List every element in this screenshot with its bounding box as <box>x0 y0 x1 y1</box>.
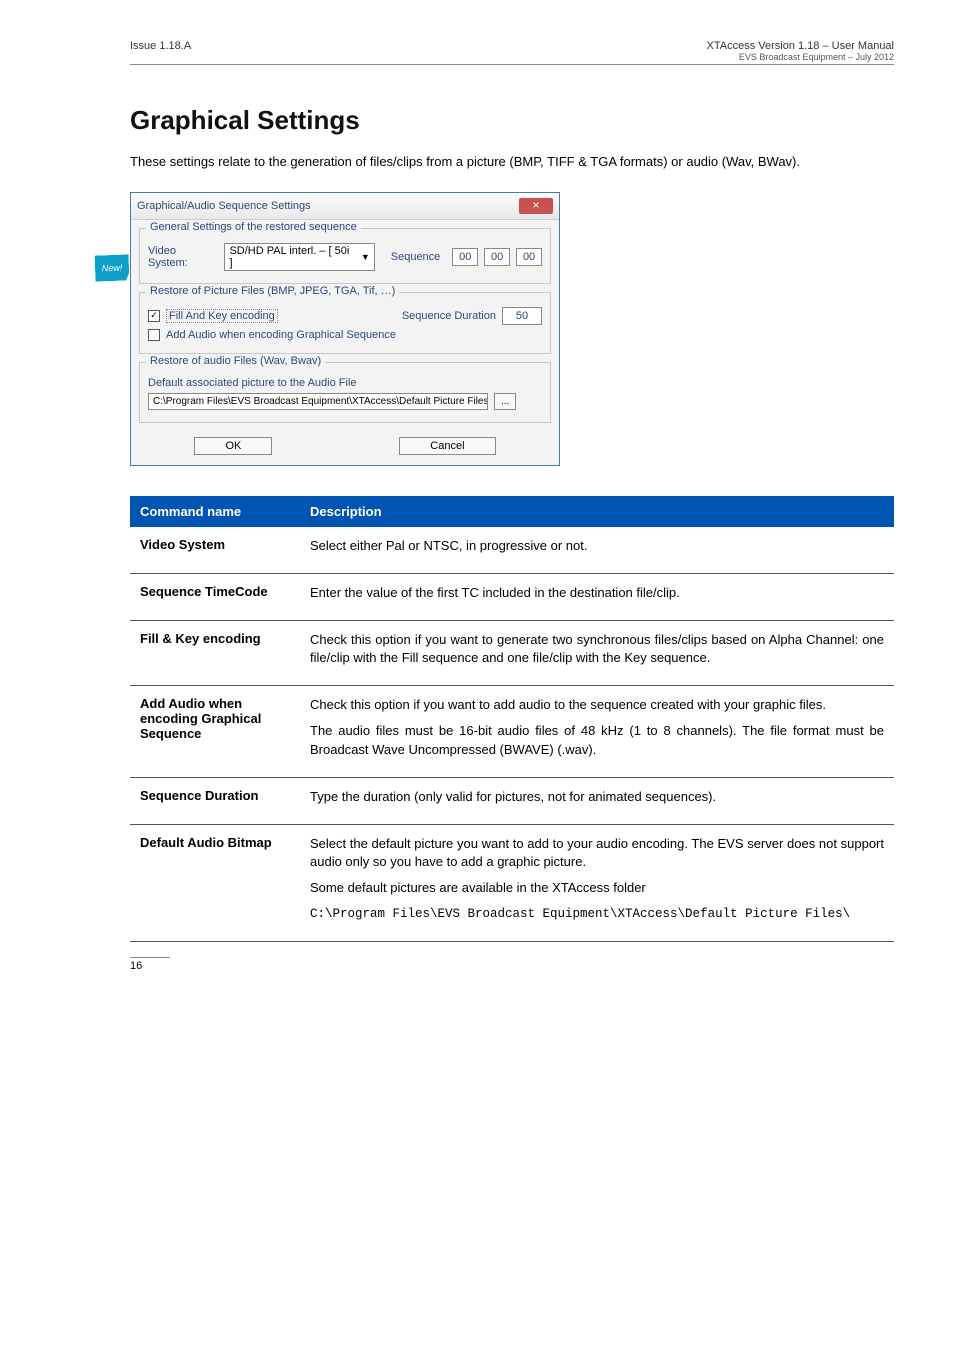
new-badge: New! <box>95 254 130 281</box>
video-system-select[interactable]: SD/HD PAL interl. – [ 50i ] ▼ <box>224 243 374 271</box>
group-general-legend: General Settings of the restored sequenc… <box>146 221 361 233</box>
dialog-titlebar: Graphical/Audio Sequence Settings × <box>131 193 559 220</box>
th-command: Command name <box>130 496 300 527</box>
command-description: Check this option if you want to add aud… <box>300 686 894 778</box>
tc-seconds[interactable]: 00 <box>516 248 542 266</box>
group-picture-legend: Restore of Picture Files (BMP, JPEG, TGA… <box>146 285 399 297</box>
page-header: Issue 1.18.A XTAccess Version 1.18 – Use… <box>130 40 894 65</box>
group-audio-legend: Restore of audio Files (Wav, Bwav) <box>146 355 325 367</box>
command-description: Check this option if you want to generat… <box>300 620 894 685</box>
command-description: Select the default picture you want to a… <box>300 825 894 942</box>
fill-key-checkbox[interactable]: ✓ <box>148 310 160 322</box>
intro-text: These settings relate to the generation … <box>130 152 894 172</box>
th-description: Description <box>300 496 894 527</box>
command-table: Command name Description Video SystemSel… <box>130 496 894 943</box>
chevron-down-icon: ▼ <box>361 252 370 262</box>
table-row: Add Audio when encoding Graphical Sequen… <box>130 686 894 778</box>
table-row: Sequence DurationType the duration (only… <box>130 777 894 824</box>
default-picture-sublabel: Default associated picture to the Audio … <box>148 377 357 389</box>
fill-key-label: Fill And Key encoding <box>166 309 278 323</box>
ok-button[interactable]: OK <box>194 437 272 455</box>
cancel-button[interactable]: Cancel <box>399 437 495 455</box>
browse-button[interactable]: ... <box>494 393 516 410</box>
command-name: Video System <box>130 527 300 574</box>
group-audio: Restore of audio Files (Wav, Bwav) Defau… <box>139 362 551 423</box>
video-system-value: SD/HD PAL interl. – [ 50i ] <box>229 245 354 269</box>
command-name: Add Audio when encoding Graphical Sequen… <box>130 686 300 778</box>
page-number: 16 <box>130 957 170 972</box>
header-right-sub: EVS Broadcast Equipment – July 2012 <box>707 52 895 62</box>
section-title: Graphical Settings <box>130 105 894 136</box>
command-description: Enter the value of the first TC included… <box>300 573 894 620</box>
table-row: Sequence TimeCodeEnter the value of the … <box>130 573 894 620</box>
tc-hours[interactable]: 00 <box>452 248 478 266</box>
command-name: Fill & Key encoding <box>130 620 300 685</box>
command-description: Select either Pal or NTSC, in progressiv… <box>300 527 894 574</box>
table-row: Fill & Key encodingCheck this option if … <box>130 620 894 685</box>
command-name: Sequence TimeCode <box>130 573 300 620</box>
add-audio-checkbox[interactable] <box>148 329 160 341</box>
default-picture-path[interactable]: C:\Program Files\EVS Broadcast Equipment… <box>148 393 488 410</box>
sequence-label: Sequence <box>391 251 441 263</box>
settings-dialog: Graphical/Audio Sequence Settings × Gene… <box>130 192 560 466</box>
command-name: Sequence Duration <box>130 777 300 824</box>
command-name: Default Audio Bitmap <box>130 825 300 942</box>
dialog-title: Graphical/Audio Sequence Settings <box>137 200 311 212</box>
group-general: General Settings of the restored sequenc… <box>139 228 551 284</box>
group-picture: Restore of Picture Files (BMP, JPEG, TGA… <box>139 292 551 354</box>
tc-minutes[interactable]: 00 <box>484 248 510 266</box>
sequence-duration-label: Sequence Duration <box>402 310 496 322</box>
table-row: Video SystemSelect either Pal or NTSC, i… <box>130 527 894 574</box>
header-left: Issue 1.18.A <box>130 40 191 62</box>
command-description: Type the duration (only valid for pictur… <box>300 777 894 824</box>
video-system-label: Video System: <box>148 245 218 269</box>
header-right-title: XTAccess Version 1.18 – User Manual <box>707 40 895 52</box>
sequence-duration-input[interactable]: 50 <box>502 307 542 325</box>
table-row: Default Audio BitmapSelect the default p… <box>130 825 894 942</box>
add-audio-label: Add Audio when encoding Graphical Sequen… <box>166 329 396 341</box>
close-icon[interactable]: × <box>519 198 553 214</box>
